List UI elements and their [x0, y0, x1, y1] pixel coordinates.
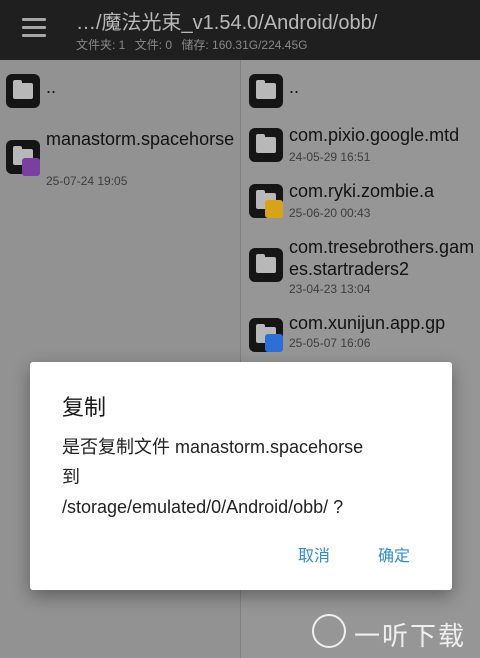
- dialog-message-line: /storage/emulated/0/Android/obb/ ?: [62, 497, 344, 517]
- cancel-button[interactable]: 取消: [298, 542, 330, 566]
- dialog-message: 是否复制文件 manastorm.spacehorse 到 /storage/e…: [62, 432, 434, 522]
- watermark: 一听下载: [312, 608, 472, 654]
- copy-dialog: 复制 是否复制文件 manastorm.spacehorse 到 /storag…: [30, 362, 452, 590]
- dialog-message-line: 到: [62, 467, 80, 487]
- app-badge-icon: [265, 334, 283, 352]
- watermark-text: 一听下载: [354, 621, 467, 651]
- app-badge-icon: [22, 158, 40, 176]
- dialog-title: 复制: [62, 395, 107, 420]
- dialog-message-line: 是否复制文件 manastorm.spacehorse: [62, 437, 364, 457]
- app-badge-icon: [265, 200, 283, 218]
- confirm-button[interactable]: 确定: [378, 542, 410, 566]
- watermark-logo-icon: [312, 614, 346, 648]
